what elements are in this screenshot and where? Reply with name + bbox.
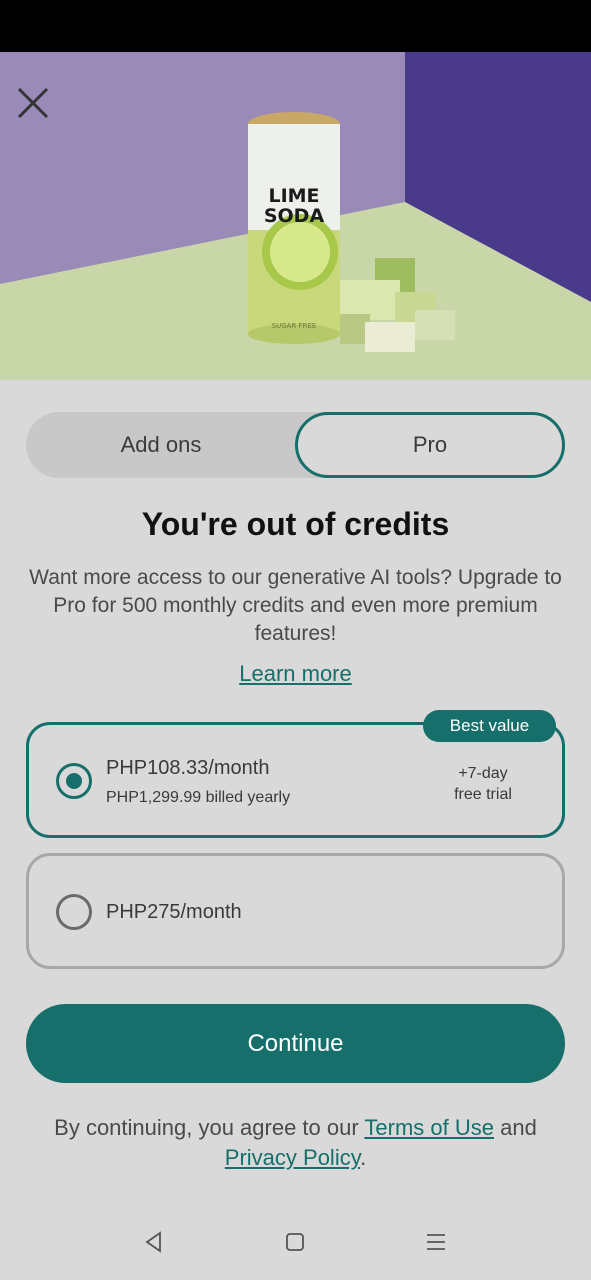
nav-menu-icon bbox=[424, 1230, 448, 1259]
nav-home-button[interactable] bbox=[275, 1226, 315, 1262]
radio-unselected-icon[interactable] bbox=[56, 894, 92, 930]
status-bar bbox=[0, 0, 591, 52]
nav-back-icon bbox=[142, 1230, 166, 1259]
legal-prefix: By continuing, you agree to our bbox=[54, 1115, 365, 1140]
nav-back-button[interactable] bbox=[134, 1226, 174, 1262]
radio-selected-icon[interactable] bbox=[56, 763, 92, 799]
plan-price: PHP275/month bbox=[106, 901, 242, 923]
trial-info: +7-day free trial bbox=[428, 763, 538, 805]
paywall-sheet: Add ons Pro You're out of credits Want m… bbox=[0, 380, 591, 1280]
best-value-badge: Best value bbox=[423, 710, 556, 742]
legal-middle: and bbox=[494, 1115, 537, 1140]
learn-more: Learn more bbox=[0, 661, 591, 687]
page-title: You're out of credits bbox=[141, 506, 450, 542]
nav-home-icon bbox=[283, 1230, 307, 1259]
can-label-line1: LIME bbox=[268, 185, 319, 207]
nav-menu-button[interactable] bbox=[416, 1226, 456, 1262]
plan-price: PHP108.33/month bbox=[106, 757, 270, 779]
tab-add-ons[interactable]: Add ons bbox=[26, 412, 296, 478]
system-nav-bar bbox=[0, 1208, 591, 1280]
plan-billing: PHP1,299.99 billed yearly bbox=[106, 789, 291, 806]
tab-pro[interactable]: Pro bbox=[295, 412, 565, 478]
legal-suffix: . bbox=[360, 1145, 367, 1170]
continue-button[interactable]: Continue bbox=[26, 1004, 565, 1083]
close-icon bbox=[13, 83, 53, 128]
privacy-policy-link[interactable]: Privacy Policy bbox=[225, 1145, 360, 1170]
plan-option-monthly[interactable]: PHP275/month bbox=[26, 853, 565, 969]
close-button[interactable] bbox=[8, 80, 58, 130]
plan-type-toggle: Add ons Pro bbox=[26, 412, 565, 478]
terms-of-use-link[interactable]: Terms of Use bbox=[364, 1115, 494, 1140]
trial-line2: free trial bbox=[454, 786, 512, 803]
learn-more-link[interactable]: Learn more bbox=[239, 661, 352, 686]
hero-image: LIME SODA SUGAR FREE bbox=[0, 52, 591, 380]
can-footer-text: SUGAR FREE bbox=[272, 322, 317, 330]
trial-line1: +7-day bbox=[458, 765, 508, 782]
description: Want more access to our generative AI to… bbox=[29, 566, 562, 645]
legal-text: By continuing, you agree to our Terms of… bbox=[20, 1113, 571, 1173]
can-label-line2: SODA bbox=[264, 205, 325, 227]
